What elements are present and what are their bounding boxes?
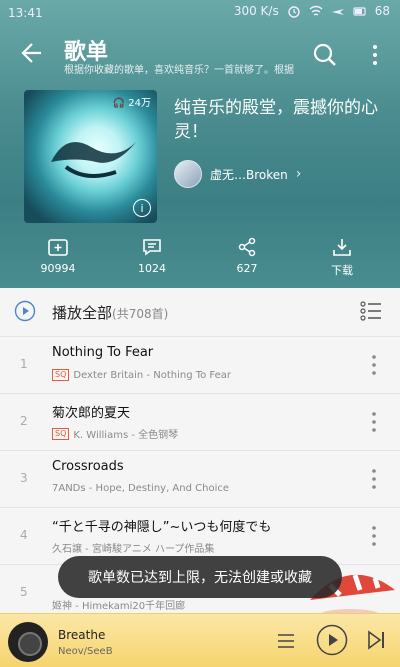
avatar [174,160,202,188]
chevron-right-icon: › [295,166,302,182]
song-meta: 姬神 - Himekami20千年回廊 [52,597,185,612]
song-title: Nothing To Fear [52,345,154,360]
back-arrow-icon[interactable] [14,38,44,68]
alarm-icon [288,6,300,18]
search-icon[interactable] [312,42,338,68]
song-artist-album: Dexter Britain - Nothing To Fear [73,369,232,381]
song-artist-album: K. Williams - 全色钢琴 [73,430,179,441]
play-icon[interactable] [316,624,348,656]
play-all-row[interactable]: 播放全部(共708首) [0,288,400,337]
headphone-icon: 🎧 [112,98,126,109]
song-number: 1 [20,357,28,371]
playlist-header: 13:41 300 K/s 68 歌单 根据你收藏的歌单，喜欢纯音乐？一首就够了… [0,0,400,288]
collect-count: 90994 [40,262,76,275]
multi-select-icon[interactable] [360,300,382,322]
song-artist-album: 久石譲 - 宮崎駿アニメ ハープ作品集 [52,544,215,555]
song-title: “千と千寻の神隠し”~いつも何度でも [52,520,272,535]
share-count: 627 [236,262,258,275]
song-more-icon[interactable] [370,467,378,491]
song-meta: SQ Dexter Britain - Nothing To Fear [52,369,231,381]
playlist-title: 纯音乐的殿堂，震撼你的心灵！ [174,98,378,142]
song-count: (共708首) [112,307,169,321]
creator-name: 虚无…Broken [210,167,288,182]
now-playing-title: Breathe [58,628,106,642]
status-bar: 13:41 300 K/s 68 [0,0,400,26]
song-more-icon[interactable] [370,353,378,377]
now-playing-cover[interactable] [8,622,48,662]
sq-badge: SQ [52,427,70,440]
play-all-text: 播放全部 [52,304,113,322]
song-number: 2 [20,414,28,428]
more-vertical-icon[interactable] [368,42,382,68]
next-track-icon[interactable] [366,629,386,651]
share-icon [238,237,256,257]
play-count-value: 24万 [128,98,151,109]
wifi-icon [309,5,323,16]
play-circle-icon[interactable] [14,300,36,322]
song-row[interactable]: 1 Nothing To Fear SQ Dexter Britain - Not… [0,337,400,394]
song-more-icon[interactable] [370,410,378,434]
download-label: 下载 [331,264,353,277]
sq-badge: SQ [52,369,70,381]
status-time: 13:41 [8,6,43,20]
comment-button[interactable]: 1024 [122,236,182,275]
status-icons: 300 K/s 68 [234,4,390,18]
net-speed: 300 K/s [233,4,279,18]
comment-count: 1024 [138,262,166,275]
info-icon[interactable]: i [133,199,151,217]
play-count: 🎧 24万 [113,94,151,109]
action-bar: 90994 1024 627 下载 [0,232,400,282]
queue-list-icon[interactable] [276,632,296,650]
page-subtitle: 根据你收藏的歌单，喜欢纯音乐？一首就够了。根据 [64,65,294,76]
song-meta: SQ K. Williams - 全色钢琴 [52,426,178,441]
song-meta: 7ANDs - Hope, Destiny, And Choice [52,483,229,494]
share-button[interactable]: 627 [217,236,277,275]
song-meta: 久石譲 - 宮崎駿アニメ ハープ作品集 [52,540,214,555]
song-number: 4 [20,528,28,542]
download-icon [333,239,351,256]
mini-player[interactable]: Breathe Neov/SeeB [0,613,400,667]
disc-center [18,632,42,656]
song-title: 菊次郎的夏天 [52,406,131,421]
app: 13:41 300 K/s 68 歌单 根据你收藏的歌单，喜欢纯音乐？一首就够了… [0,0,400,667]
song-artist-album: 姬神 - Himekami20千年回廊 [52,601,186,612]
cover-art-figure [51,142,136,178]
song-artist-album: 7ANDs - Hope, Destiny, And Choice [52,483,230,494]
song-more-icon[interactable] [370,524,378,548]
download-button[interactable]: 下载 [312,236,372,278]
battery-level: 68 [374,4,390,18]
song-title: Crossroads [52,459,124,474]
creator-link[interactable]: 虚无…Broken › [174,160,301,188]
song-row[interactable]: 3 Crossroads 7ANDs - Hope, Destiny, And … [0,451,400,508]
toast-message: 歌单数已达到上限，无法创建或收藏 [58,556,342,598]
song-number: 3 [20,471,28,485]
song-row[interactable]: 2 菊次郎的夏天 SQ K. Williams - 全色钢琴 [0,394,400,451]
play-all-label: 播放全部(共708首) [52,302,168,323]
song-number: 5 [20,585,28,599]
playlist-cover[interactable]: 🎧 24万 i [24,90,157,223]
collect-button[interactable]: 90994 [28,236,88,275]
top-bar: 歌单 根据你收藏的歌单，喜欢纯音乐？一首就够了。根据 [0,30,400,78]
battery-icon [353,7,366,16]
now-playing-artist: Neov/SeeB [58,646,113,657]
add-folder-icon [48,239,68,256]
comment-icon [143,239,161,256]
airplane-icon [331,9,344,15]
